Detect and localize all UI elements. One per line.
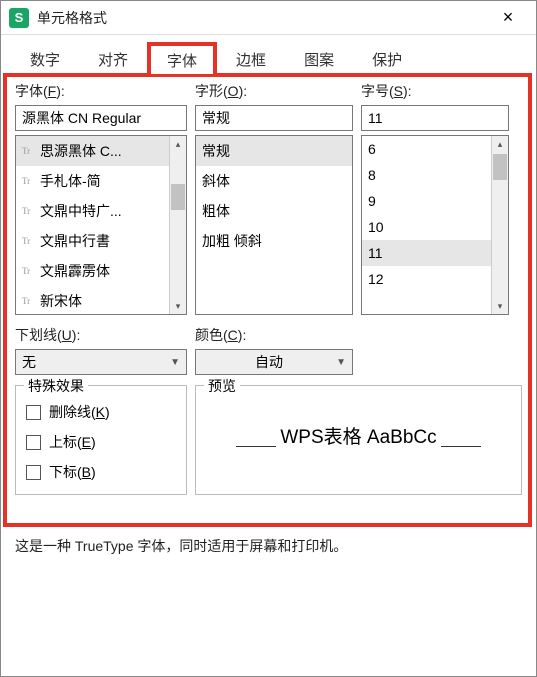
list-item[interactable]: Tr文鼎中特广... [16, 196, 169, 226]
scrollbar[interactable]: ▴ ▾ [491, 136, 508, 314]
scrollbar[interactable]: ▴ ▾ [169, 136, 186, 314]
preview-legend: 预览 [204, 376, 240, 396]
font-label: 字体(F): [15, 81, 187, 101]
list-item[interactable]: 斜体 [196, 166, 352, 196]
tab-pattern[interactable]: 图案 [285, 42, 353, 74]
style-input[interactable] [195, 105, 353, 131]
tab-align[interactable]: 对齐 [79, 42, 147, 74]
list-item[interactable]: Tr文鼎霹雳体 [16, 256, 169, 286]
tabrow: 数字 对齐 字体 边框 图案 保护 [1, 35, 536, 73]
color-dropdown[interactable]: 自动▼ [195, 349, 353, 375]
scroll-up-icon[interactable]: ▴ [492, 136, 508, 152]
style-label: 字形(O): [195, 81, 353, 101]
superscript-checkbox[interactable]: 上标(E) [26, 432, 176, 452]
list-item[interactable]: 8 [362, 162, 491, 188]
list-item[interactable]: 10 [362, 214, 491, 240]
underline-label: 下划线(U): [15, 325, 187, 345]
list-item[interactable]: 常规 [196, 136, 352, 166]
chevron-down-icon: ▼ [336, 357, 346, 368]
list-item[interactable]: 加粗 倾斜 [196, 226, 352, 256]
size-listbox[interactable]: 6 8 9 10 11 12 ▴ ▾ [361, 135, 509, 315]
size-label: 字号(S): [361, 81, 509, 101]
scroll-thumb[interactable] [171, 184, 185, 210]
color-label: 颜色(C): [195, 325, 353, 345]
size-input[interactable] [361, 105, 509, 131]
font-description: 这是一种 TrueType 字体，同时适用于屏幕和打印机。 [15, 536, 522, 556]
strikethrough-checkbox[interactable]: 删除线(K) [26, 402, 176, 422]
effects-legend: 特殊效果 [24, 376, 88, 396]
app-icon: S [9, 8, 29, 28]
style-listbox[interactable]: 常规 斜体 粗体 加粗 倾斜 [195, 135, 353, 315]
preview-group: 预览 WPS表格 AaBbCc [195, 385, 522, 495]
list-item[interactable]: Tr文鼎中行書 [16, 226, 169, 256]
tab-number[interactable]: 数字 [11, 42, 79, 74]
list-item[interactable]: 6 [362, 136, 491, 162]
checkbox-box [26, 405, 41, 420]
checkbox-box [26, 465, 41, 480]
list-item[interactable]: Tr手札体-简 [16, 166, 169, 196]
titlebar: S 单元格格式 × [1, 1, 536, 35]
window-title: 单元格格式 [37, 8, 488, 28]
scroll-down-icon[interactable]: ▾ [170, 298, 186, 314]
preview-text: WPS表格 AaBbCc [206, 422, 511, 449]
effects-group: 特殊效果 删除线(K) 上标(E) 下标(B) [15, 385, 187, 495]
tab-protect[interactable]: 保护 [353, 42, 421, 74]
font-listbox[interactable]: Tr思源黑体 C... Tr手札体-简 Tr文鼎中特广... Tr文鼎中行書 T… [15, 135, 187, 315]
list-item[interactable]: Tr思源黑体 C... [16, 136, 169, 166]
checkbox-box [26, 435, 41, 450]
scroll-thumb[interactable] [493, 154, 507, 180]
list-item[interactable]: 粗体 [196, 196, 352, 226]
tab-font[interactable]: 字体 [147, 42, 217, 74]
list-item[interactable]: 11 [362, 240, 491, 266]
list-item[interactable]: 12 [362, 266, 491, 292]
list-item[interactable]: Tr新宋体 [16, 286, 169, 314]
scroll-up-icon[interactable]: ▴ [170, 136, 186, 152]
tab-border[interactable]: 边框 [217, 42, 285, 74]
chevron-down-icon: ▼ [170, 357, 180, 368]
scroll-down-icon[interactable]: ▾ [492, 298, 508, 314]
underline-dropdown[interactable]: 无▼ [15, 349, 187, 375]
list-item[interactable]: 9 [362, 188, 491, 214]
close-button[interactable]: × [488, 1, 528, 35]
font-input[interactable] [15, 105, 187, 131]
subscript-checkbox[interactable]: 下标(B) [26, 462, 176, 482]
